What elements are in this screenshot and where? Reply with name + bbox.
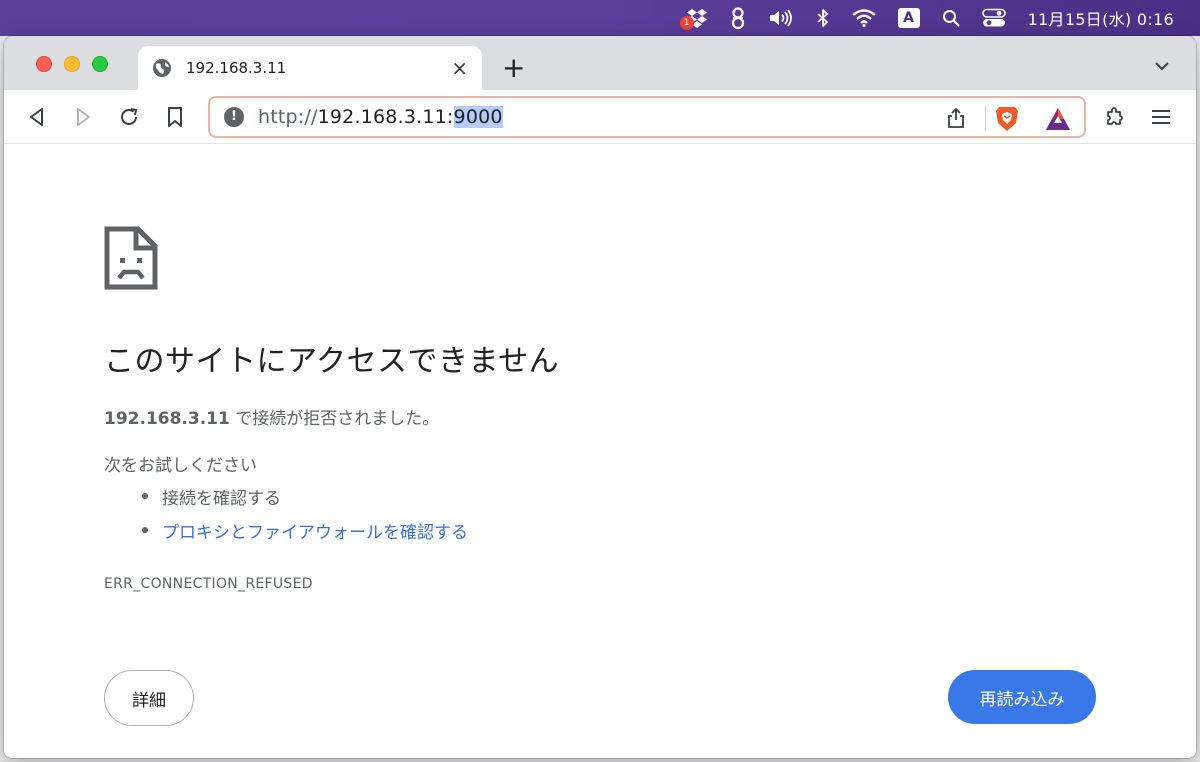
site-info-icon[interactable]: !: [224, 107, 244, 127]
spotlight-search-icon[interactable]: [942, 6, 960, 30]
dropbox-icon[interactable]: 1: [679, 6, 708, 30]
bluetooth-icon[interactable]: [816, 6, 830, 30]
url-host: 192.168.3.11:: [317, 106, 454, 128]
address-bar[interactable]: ! http://192.168.3.11:9000: [208, 96, 1086, 138]
suggestions-list: 接続を確認する プロキシとファイアウォールを確認する: [142, 484, 468, 552]
suggestion-check-connection: 接続を確認する: [142, 484, 468, 518]
brave-rewards-icon[interactable]: [1044, 106, 1072, 132]
new-tab-button[interactable]: +: [502, 54, 525, 82]
page-content: このサイトにアクセスできません 192.168.3.11 で接続が拒否されました…: [4, 144, 1196, 758]
address-bar-url[interactable]: http://192.168.3.11:9000: [258, 106, 503, 128]
reload-button[interactable]: 再読み込み: [948, 670, 1096, 724]
address-bar-divider: [985, 106, 986, 130]
volume-icon[interactable]: [768, 6, 794, 30]
brave-shields-icon[interactable]: [994, 105, 1020, 133]
error-host: 192.168.3.11: [104, 409, 230, 429]
menu-icon[interactable]: [1150, 106, 1172, 128]
bookmark-icon[interactable]: [164, 106, 186, 128]
control-center-icon[interactable]: [981, 6, 1006, 30]
error-code: ERR_CONNECTION_REFUSED: [104, 576, 313, 592]
page-title: このサイトにアクセスできません: [104, 344, 560, 379]
tab-active[interactable]: 192.168.3.11 ×: [138, 46, 482, 90]
url-scheme: http://: [258, 106, 318, 128]
app-status-icon[interactable]: [730, 6, 746, 30]
suggestions-heading: 次をお試しください: [104, 456, 257, 476]
notification-badge: 1: [679, 16, 694, 30]
menubar-clock[interactable]: 11月15日(水) 0:16: [1028, 6, 1174, 30]
details-button[interactable]: 詳細: [104, 670, 194, 726]
window-zoom-button[interactable]: [92, 56, 108, 72]
menu-bar: 1 A 11月15日(水) 0:16: [0, 0, 1200, 36]
error-message: で接続が拒否されました。: [229, 409, 440, 429]
wifi-icon[interactable]: [851, 6, 876, 30]
input-source-icon[interactable]: A: [897, 6, 920, 30]
tab-strip: 192.168.3.11 × +: [4, 36, 1196, 90]
tab-title: 192.168.3.11: [186, 59, 287, 77]
extensions-icon[interactable]: [1104, 106, 1126, 128]
window-minimize-button[interactable]: [64, 56, 80, 72]
suggestion-check-proxy-firewall-link[interactable]: プロキシとファイアウォールを確認する: [142, 518, 468, 552]
reload-icon[interactable]: [118, 106, 140, 128]
sad-document-icon: [104, 226, 158, 290]
url-selected-port: 9000: [453, 106, 503, 128]
toolbar: ! http://192.168.3.11:9000: [4, 90, 1196, 144]
chevron-down-icon[interactable]: [1154, 58, 1170, 74]
share-icon[interactable]: [946, 107, 966, 129]
forward-icon[interactable]: [72, 106, 94, 128]
error-description: 192.168.3.11 で接続が拒否されました。: [104, 404, 439, 429]
tab-close-icon[interactable]: ×: [451, 58, 468, 78]
back-icon[interactable]: [26, 106, 48, 128]
browser-window: 192.168.3.11 × + ! http://192.168.3.11:9…: [4, 36, 1196, 758]
window-close-button[interactable]: [36, 56, 52, 72]
globe-icon: [153, 59, 171, 77]
